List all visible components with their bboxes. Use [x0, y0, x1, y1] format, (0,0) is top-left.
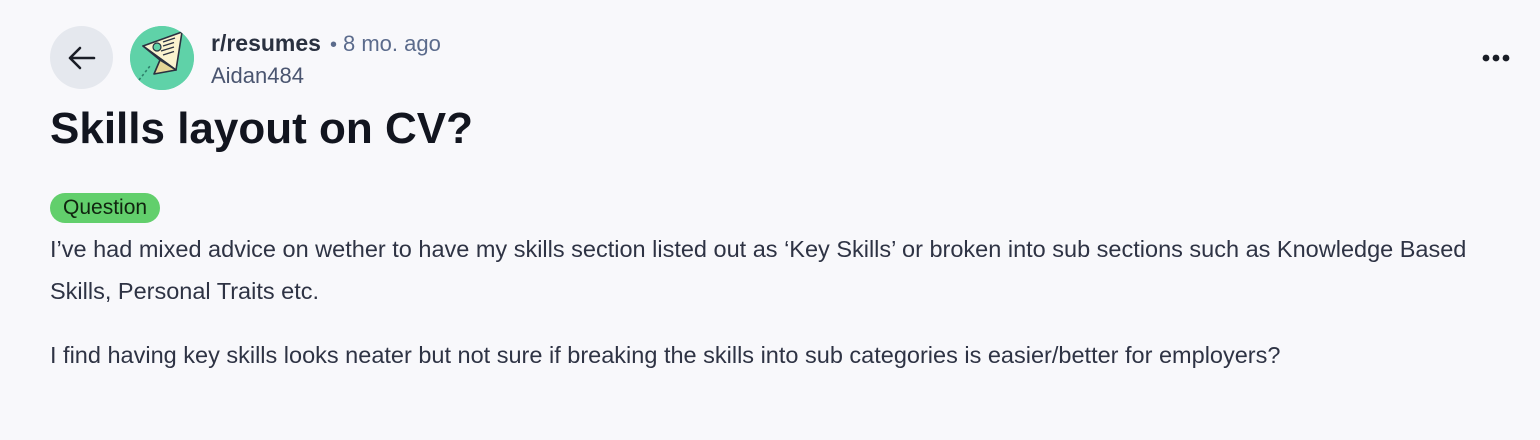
post-timestamp: 8 mo. ago [342, 31, 441, 56]
more-options-button[interactable] [1474, 40, 1518, 76]
back-button[interactable] [50, 26, 113, 89]
post-paragraph: I’ve had mixed advice on wether to have … [50, 236, 1467, 304]
more-horizontal-icon [1482, 54, 1510, 62]
resume-paper-plane-icon [130, 26, 194, 90]
subreddit-link[interactable]: r/resumes [211, 28, 321, 58]
post-body: I’ve had mixed advice on wether to have … [50, 228, 1470, 398]
subreddit-avatar[interactable] [130, 26, 194, 90]
post-flair[interactable]: Question [50, 193, 161, 223]
post-paragraph: I find having key skills looks neater bu… [50, 342, 1281, 368]
arrow-left-icon [68, 46, 95, 69]
post-meta: r/resumes • 8 mo. ago Aidan484 [211, 28, 441, 91]
post-title[interactable]: Skills layout on CV? [50, 97, 473, 161]
post-meta-top: r/resumes • 8 mo. ago [211, 28, 441, 60]
author-link[interactable]: Aidan484 [211, 61, 441, 91]
meta-separator: • [329, 34, 337, 56]
